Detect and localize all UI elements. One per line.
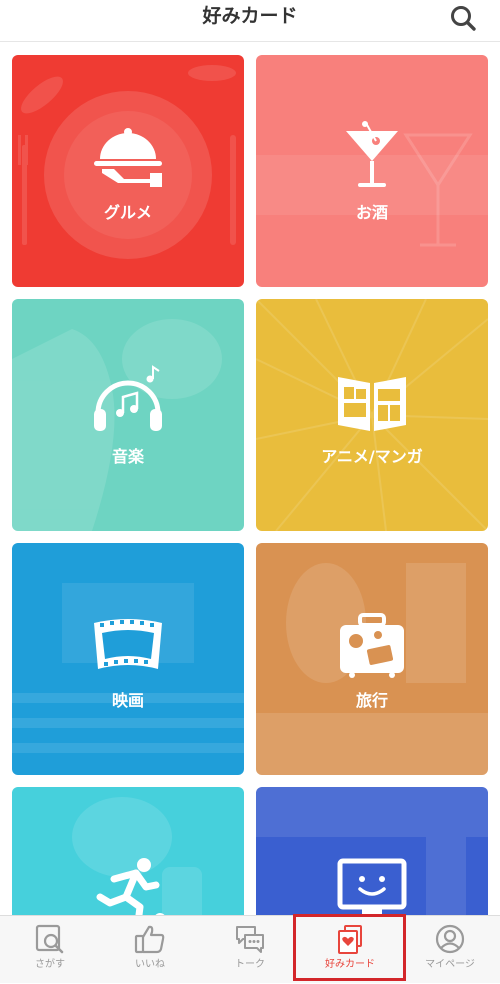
card-gourmet[interactable]: グルメ bbox=[12, 55, 244, 287]
tab-label: トーク bbox=[235, 959, 265, 970]
card-label: アニメ/マンガ bbox=[321, 447, 423, 466]
search-icon bbox=[35, 924, 64, 954]
tab-my-page[interactable]: マイページ bbox=[400, 916, 500, 984]
chat-icon bbox=[236, 926, 264, 953]
tab-search[interactable]: さがす bbox=[0, 916, 100, 984]
monitor-icon bbox=[337, 858, 407, 915]
card-grid: グルメ お酒 音楽 アニメ/マンガ 映画 旅行 bbox=[0, 42, 500, 915]
open-book-icon bbox=[338, 377, 406, 431]
card-sports[interactable] bbox=[12, 787, 244, 915]
search-icon bbox=[451, 6, 476, 31]
card-anime-manga[interactable]: アニメ/マンガ bbox=[256, 299, 488, 531]
tab-label: さがす bbox=[35, 959, 65, 970]
card-label: 旅行 bbox=[355, 691, 388, 710]
thumbs-up-icon bbox=[134, 925, 165, 954]
tab-label: 好みカード bbox=[325, 959, 375, 970]
card-movie[interactable]: 映画 bbox=[12, 543, 244, 775]
cocktail-icon bbox=[346, 121, 398, 187]
runner-icon bbox=[96, 858, 165, 915]
card-label: グルメ bbox=[103, 203, 152, 222]
tab-preference-cards[interactable]: 好みカード bbox=[300, 916, 400, 984]
headphones-icon bbox=[94, 365, 162, 431]
film-strip-icon bbox=[94, 619, 162, 669]
card-gaming[interactable] bbox=[256, 787, 488, 915]
user-icon bbox=[435, 924, 465, 954]
card-alcohol[interactable]: お酒 bbox=[256, 55, 488, 287]
cloche-icon bbox=[94, 128, 162, 187]
card-label: 音楽 bbox=[111, 447, 144, 466]
bottom-tab-bar: さがす いいね トーク 好みカード マイページ bbox=[0, 915, 500, 983]
tab-label: マイページ bbox=[425, 959, 475, 970]
search-button[interactable] bbox=[448, 3, 478, 33]
tab-talk[interactable]: トーク bbox=[200, 916, 300, 984]
card-music[interactable]: 音楽 bbox=[12, 299, 244, 531]
page-title: 好みカード bbox=[202, 5, 298, 27]
card-travel[interactable]: 旅行 bbox=[256, 543, 488, 775]
app-header: 好みカード bbox=[0, 0, 500, 42]
tab-label: いいね bbox=[135, 959, 165, 970]
heart-card-icon bbox=[338, 925, 362, 954]
card-label: 映画 bbox=[111, 691, 144, 710]
tab-likes[interactable]: いいね bbox=[100, 916, 200, 984]
suitcase-icon bbox=[340, 613, 404, 678]
card-label: お酒 bbox=[355, 203, 388, 222]
